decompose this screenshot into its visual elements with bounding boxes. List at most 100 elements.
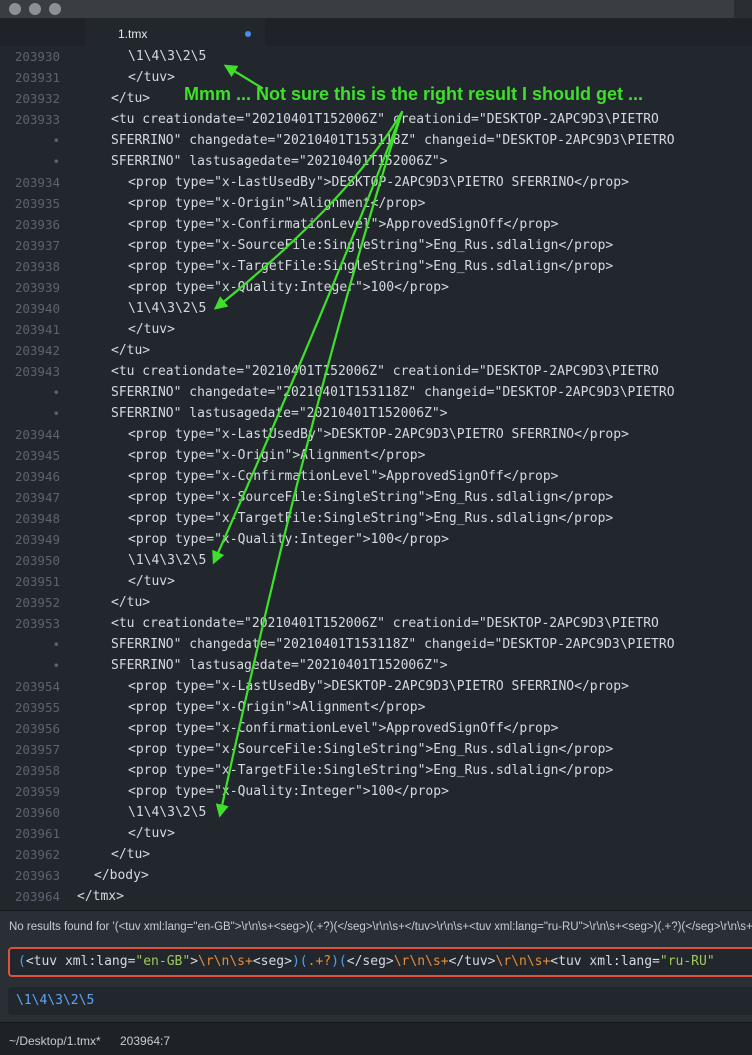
code-line[interactable]: <prop type="x-TargetFile:SingleString">E… — [128, 760, 613, 781]
line-number: 203933 — [14, 112, 60, 127]
editor-window: 1.tmx 203930 203931 203932 203933 • • 203934 20… — [0, 0, 752, 1055]
code-line[interactable]: \1\4\3\2\5 — [128, 802, 206, 823]
minimize-window-button[interactable] — [29, 3, 41, 15]
line-number: 203963 — [14, 868, 60, 883]
line-number: • — [52, 658, 60, 673]
find-query-token: </seg> — [346, 954, 394, 969]
code-line[interactable]: <prop type="x-SourceFile:SingleString">E… — [128, 235, 613, 256]
find-query-token: "en-GB" — [135, 954, 191, 969]
line-number: 203948 — [14, 511, 60, 526]
code-line[interactable]: </tuv> — [128, 571, 175, 592]
code-line[interactable]: \1\4\3\2\5 — [128, 46, 206, 67]
code-line[interactable]: </tuv> — [128, 319, 175, 340]
maximize-window-button[interactable] — [49, 3, 61, 15]
line-number: 203946 — [14, 469, 60, 484]
code-line[interactable]: <prop type="x-SourceFile:SingleString">E… — [128, 487, 613, 508]
line-number: 203930 — [14, 49, 60, 64]
code-line[interactable]: SFERRINO" changedate="20210401T153118Z" … — [111, 634, 675, 655]
code-line[interactable]: </body> — [94, 865, 149, 886]
code-line[interactable]: <prop type="x-LastUsedBy">DESKTOP-2APC9D… — [128, 676, 629, 697]
line-number: 203939 — [14, 280, 60, 295]
find-query-token: <tuv xml:lang= — [25, 954, 136, 969]
cursor-position[interactable]: 203964:7 — [120, 1034, 170, 1048]
code-line[interactable]: <prop type="x-TargetFile:SingleString">E… — [128, 508, 613, 529]
close-window-button[interactable] — [9, 3, 21, 15]
line-number: 203952 — [14, 595, 60, 610]
code-line[interactable]: </tu> — [111, 844, 150, 865]
line-number: 203961 — [14, 826, 60, 841]
code-line[interactable]: </tuv> — [128, 823, 175, 844]
file-path[interactable]: ~/Desktop/1.tmx* — [9, 1034, 101, 1048]
code-line[interactable]: <prop type="x-ConfirmationLevel">Approve… — [128, 718, 558, 739]
line-number: 203950 — [14, 553, 60, 568]
find-query-token: </tuv> — [448, 954, 496, 969]
line-number: 203951 — [14, 574, 60, 589]
code-line[interactable]: SFERRINO" lastusagedate="20210401T152006… — [111, 151, 448, 172]
find-query-token: + — [245, 954, 253, 969]
code-line[interactable]: \1\4\3\2\5 — [128, 298, 206, 319]
code-line[interactable]: <tu creationdate="20210401T152006Z" crea… — [111, 613, 659, 634]
line-number: 203938 — [14, 259, 60, 274]
line-number: 203954 — [14, 679, 60, 694]
status-bar: ~/Desktop/1.tmx* 203964:7 — [0, 1022, 752, 1055]
code-line[interactable]: <tu creationdate="20210401T152006Z" crea… — [111, 109, 659, 130]
code-line[interactable]: </tmx> — [77, 886, 124, 907]
find-query-token: \r\n\s — [198, 954, 245, 969]
line-number: • — [52, 406, 60, 421]
line-number: 203945 — [14, 448, 60, 463]
line-number: • — [52, 154, 60, 169]
find-query-token: .+? — [307, 954, 332, 969]
line-number: • — [52, 637, 60, 652]
code-line[interactable]: <prop type="x-Quality:Integer">100</prop… — [128, 529, 449, 550]
code-line[interactable]: </tu> — [111, 592, 150, 613]
code-line[interactable]: </tu> — [111, 340, 150, 361]
code-line[interactable]: SFERRINO" changedate="20210401T153118Z" … — [111, 130, 675, 151]
code-line[interactable]: <prop type="x-Quality:Integer">100</prop… — [128, 781, 449, 802]
find-input[interactable]: (<tuv xml:lang="en-GB">\r\n\s+<seg>)(.+?… — [8, 947, 752, 977]
unsaved-dot-icon[interactable] — [245, 31, 251, 37]
find-query-token: "ru-RU" — [659, 954, 715, 969]
find-query-token: )( — [331, 954, 347, 969]
code-line[interactable]: \1\4\3\2\5 — [128, 550, 206, 571]
find-query-token: \r\n\s — [495, 954, 543, 969]
code-line[interactable]: SFERRINO" lastusagedate="20210401T152006… — [111, 655, 448, 676]
code-line[interactable]: </tuv> — [128, 67, 175, 88]
line-number: 203955 — [14, 700, 60, 715]
code-line[interactable]: <prop type="x-ConfirmationLevel">Approve… — [128, 466, 558, 487]
find-query-token: <seg> — [252, 954, 292, 969]
code-line[interactable]: <prop type="x-Origin">Alignment</prop> — [128, 445, 425, 466]
code-area[interactable]: \1\4\3\2\5 </tuv> </tu> <tu creationdate="2… — [77, 46, 752, 910]
line-number: 203953 — [14, 616, 60, 631]
code-line[interactable]: <tu creationdate="20210401T152006Z" crea… — [111, 361, 659, 382]
code-line[interactable]: <prop type="x-Origin">Alignment</prop> — [128, 193, 425, 214]
line-number: 203940 — [14, 301, 60, 316]
line-number: 203957 — [14, 742, 60, 757]
code-line[interactable]: <prop type="x-LastUsedBy">DESKTOP-2APC9D… — [128, 172, 629, 193]
line-number: 203964 — [14, 889, 60, 904]
find-query-token: \r\n\s — [393, 954, 441, 969]
code-line[interactable]: <prop type="x-Quality:Integer">100</prop… — [128, 277, 449, 298]
tab-bar: 1.tmx — [0, 18, 752, 46]
code-line[interactable]: <prop type="x-TargetFile:SingleString">E… — [128, 256, 613, 277]
line-number: 203959 — [14, 784, 60, 799]
titlebar-corner — [734, 0, 752, 18]
code-line[interactable]: <prop type="x-LastUsedBy">DESKTOP-2APC9D… — [128, 424, 629, 445]
line-number-gutter: 203930 203931 203932 203933 • • 203934 203935 20… — [0, 46, 68, 910]
line-number: 203936 — [14, 217, 60, 232]
code-line[interactable]: SFERRINO" lastusagedate="20210401T152006… — [111, 403, 448, 424]
line-number: 203931 — [14, 70, 60, 85]
code-line[interactable]: <prop type="x-ConfirmationLevel">Approve… — [128, 214, 558, 235]
line-number: 203947 — [14, 490, 60, 505]
code-line[interactable]: SFERRINO" changedate="20210401T153118Z" … — [111, 382, 675, 403]
code-line[interactable]: <prop type="x-Origin">Alignment</prop> — [128, 697, 425, 718]
line-number: 203944 — [14, 427, 60, 442]
line-number: 203960 — [14, 805, 60, 820]
code-line[interactable]: <prop type="x-SourceFile:SingleString">E… — [128, 739, 613, 760]
line-number: 203935 — [14, 196, 60, 211]
code-line[interactable]: </tu> — [111, 88, 150, 109]
code-editor[interactable]: 203930 203931 203932 203933 • • 203934 203935 20… — [0, 46, 752, 910]
tab-1-tmx[interactable]: 1.tmx — [85, 18, 265, 46]
find-query-token: + — [440, 954, 449, 969]
replace-input[interactable]: \1\4\3\2\5 — [8, 987, 752, 1015]
line-number: • — [52, 133, 60, 148]
